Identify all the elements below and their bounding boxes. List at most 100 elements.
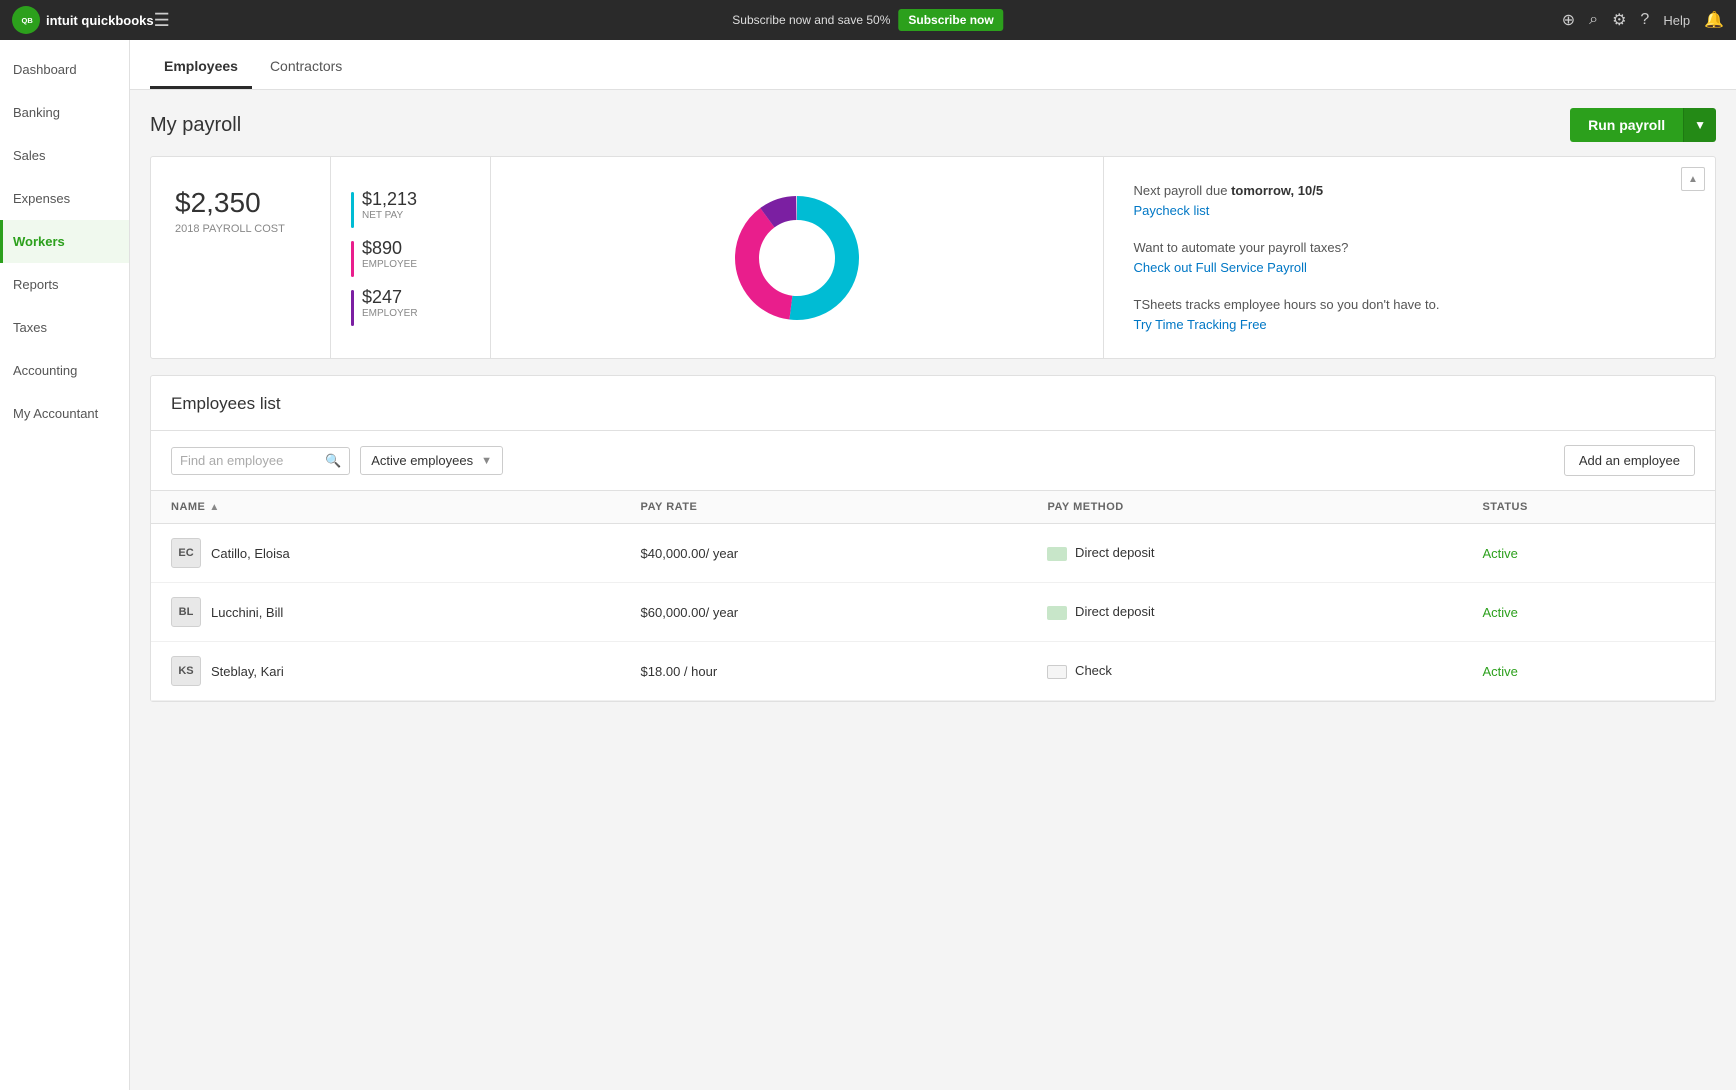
employee-name-2: Steblay, Kari [211,664,284,679]
cell-name-2: KS Steblay, Kari [151,642,621,701]
employee-amount: $890 [362,238,417,259]
sidebar-item-sales[interactable]: Sales [0,134,129,177]
run-payroll-button[interactable]: Run payroll [1570,108,1683,142]
cell-pay-rate-1: $60,000.00/ year [621,583,1028,642]
sidebar-item-accounting[interactable]: Accounting [0,349,129,392]
logo-icon: QB [12,6,40,34]
employer-amount: $247 [362,287,418,308]
time-tracking-link[interactable]: Try Time Tracking Free [1134,315,1686,335]
donut-chart-section [491,157,1104,358]
employee-name-0: Catillo, Eloisa [211,546,290,561]
bell-icon[interactable]: 🔔 [1704,10,1724,30]
status-badge-1: Active [1482,605,1517,620]
breakdown-net-pay: $1,213 NET PAY [351,189,470,228]
help-icon[interactable]: ? [1640,11,1649,29]
logo: QB intuit quickbooks [12,6,154,34]
sidebar-item-banking[interactable]: Banking [0,91,129,134]
chevron-down-icon: ▼ [481,455,492,467]
pay-method-icon-2 [1047,665,1067,679]
automate-row: Want to automate your payroll taxes? Che… [1134,238,1686,277]
col-name: NAME ▲ [151,491,621,524]
avatar-2: KS [171,656,201,686]
tsheets-row: TSheets tracks employee hours so you don… [1134,295,1686,334]
run-payroll-wrap: Run payroll ▼ [1570,108,1716,142]
table-row[interactable]: KS Steblay, Kari $18.00 / hour Check Act… [151,642,1715,701]
controls-left: 🔍 Active employees ▼ [171,446,503,475]
employees-controls: 🔍 Active employees ▼ Add an employee [151,431,1715,490]
next-payroll-text: Next payroll due [1134,183,1228,198]
payroll-cost-label: 2018 PAYROLL COST [175,223,306,235]
pay-method-icon-1 [1047,606,1067,620]
logo-text: intuit quickbooks [46,13,154,28]
sidebar-item-myaccountant[interactable]: My Accountant [0,392,129,435]
add-icon[interactable]: ⊕ [1562,10,1575,30]
search-icon[interactable]: ⌕ [1589,11,1598,29]
full-service-link[interactable]: Check out Full Service Payroll [1134,258,1686,278]
payroll-cost-section: $2,350 2018 PAYROLL COST [151,157,331,358]
svg-text:QB: QB [22,16,34,25]
net-pay-label: NET PAY [362,210,417,221]
tab-bar: Employees Contractors [130,40,1736,90]
cell-pay-method-0: Direct deposit [1027,524,1462,583]
cell-name-1: BL Lucchini, Bill [151,583,621,642]
cell-pay-method-2: Check [1027,642,1462,701]
payroll-info: Next payroll due tomorrow, 10/5 Paycheck… [1104,157,1716,358]
status-badge-2: Active [1482,664,1517,679]
next-payroll-row: Next payroll due tomorrow, 10/5 Paycheck… [1134,181,1686,220]
collapse-button[interactable]: ▲ [1681,167,1705,191]
employee-name-1: Lucchini, Bill [211,605,283,620]
cell-status-2: Active [1462,642,1715,701]
tab-contractors[interactable]: Contractors [256,58,356,89]
search-icon: 🔍 [325,453,341,469]
cell-pay-rate-2: $18.00 / hour [621,642,1028,701]
sidebar-item-taxes[interactable]: Taxes [0,306,129,349]
pay-method-icon-0 [1047,547,1067,561]
breakdown-employer: $247 EMPLOYER [351,287,470,326]
sort-icon: ▲ [209,502,219,513]
promo-text: Subscribe now and save 50% [732,13,890,27]
sidebar: Dashboard Banking Sales Expenses Workers… [0,40,130,1090]
sidebar-item-workers[interactable]: Workers [0,220,129,263]
tsheets-text: TSheets tracks employee hours so you don… [1134,297,1440,312]
filter-dropdown[interactable]: Active employees ▼ [360,446,503,475]
next-payroll-when: tomorrow, 10/5 [1231,183,1323,198]
help-label[interactable]: Help [1663,13,1690,28]
cell-pay-method-1: Direct deposit [1027,583,1462,642]
paycheck-list-link[interactable]: Paycheck list [1134,201,1686,221]
topbar-actions: ⊕ ⌕ ⚙ ? Help 🔔 [1562,10,1724,30]
breakdown-employee: $890 EMPLOYEE [351,238,470,277]
subscribe-button[interactable]: Subscribe now [898,9,1003,31]
gear-icon[interactable]: ⚙ [1612,10,1626,30]
payroll-cost-amount: $2,350 [175,187,306,219]
employees-list-title: Employees list [151,376,1715,431]
tab-employees[interactable]: Employees [150,58,252,89]
hamburger-icon[interactable]: ☰ [154,10,170,31]
sidebar-item-dashboard[interactable]: Dashboard [0,48,129,91]
cell-status-1: Active [1462,583,1715,642]
table-row[interactable]: EC Catillo, Eloisa $40,000.00/ year Dire… [151,524,1715,583]
search-input[interactable] [180,453,320,468]
table-row[interactable]: BL Lucchini, Bill $60,000.00/ year Direc… [151,583,1715,642]
net-pay-amount: $1,213 [362,189,417,210]
col-status: STATUS [1462,491,1715,524]
donut-chart [732,193,862,323]
automate-text: Want to automate your payroll taxes? [1134,240,1349,255]
promo-banner: Subscribe now and save 50% Subscribe now [732,9,1003,31]
status-badge-0: Active [1482,546,1517,561]
table-header-row: NAME ▲ PAY RATE PAY METHOD STATUS [151,491,1715,524]
sidebar-item-expenses[interactable]: Expenses [0,177,129,220]
app-layout: Dashboard Banking Sales Expenses Workers… [0,40,1736,1090]
cell-status-0: Active [1462,524,1715,583]
col-pay-rate: PAY RATE [621,491,1028,524]
run-payroll-dropdown[interactable]: ▼ [1683,108,1716,142]
sidebar-item-reports[interactable]: Reports [0,263,129,306]
topbar: QB intuit quickbooks ☰ Subscribe now and… [0,0,1736,40]
cell-pay-rate-0: $40,000.00/ year [621,524,1028,583]
add-employee-button[interactable]: Add an employee [1564,445,1695,476]
search-wrap: 🔍 [171,447,350,475]
main-content: Employees Contractors My payroll Run pay… [130,40,1736,1090]
avatar-1: BL [171,597,201,627]
filter-label: Active employees [371,453,473,468]
cell-name-0: EC Catillo, Eloisa [151,524,621,583]
employees-list-section: Employees list 🔍 Active employees ▼ Add … [150,375,1716,702]
